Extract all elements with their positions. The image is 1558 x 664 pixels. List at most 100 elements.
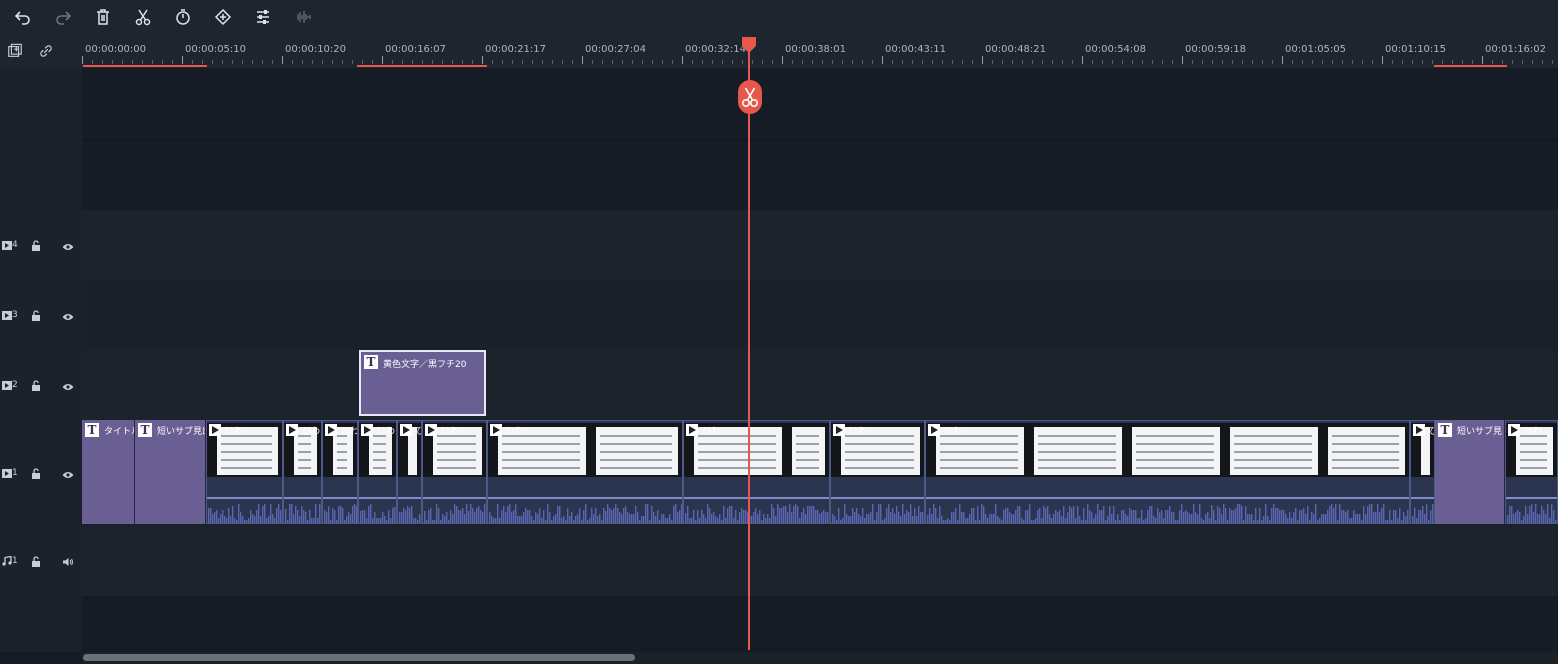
thumbnail-detail — [337, 459, 347, 461]
clip-label: ひわ — [302, 427, 321, 437]
playhead[interactable] — [748, 44, 750, 650]
undo-icon[interactable] — [11, 5, 35, 29]
thumbnail-detail — [373, 451, 386, 453]
thumbnail-detail — [845, 467, 914, 469]
clip-label: ひわ — [341, 427, 358, 437]
audio-waveform — [324, 504, 357, 523]
thumbnail-detail — [845, 459, 914, 461]
track-header-video1: 1 — [0, 420, 82, 526]
thumbnail-detail — [337, 451, 347, 453]
thumbnail-detail — [1332, 443, 1399, 445]
thumbnail-detail — [1234, 451, 1312, 453]
clip-label: 短いサブ見出 — [1457, 427, 1503, 437]
video-clip[interactable]: ひわ — [397, 420, 422, 524]
thumbnail-detail — [373, 467, 386, 469]
thumbnail-detail — [221, 467, 272, 469]
clip-label: ひわ — [702, 427, 721, 437]
eye-icon[interactable] — [62, 236, 74, 255]
eye-icon[interactable] — [62, 464, 74, 483]
video-clip[interactable]: ひわ — [206, 420, 283, 524]
video-clip-icon — [928, 424, 940, 436]
thumbnail-detail — [1136, 467, 1214, 469]
video-clip[interactable]: ひわ — [683, 420, 830, 524]
video-clip[interactable]: ひわ — [422, 420, 487, 524]
audio-waveform — [927, 504, 1409, 523]
thumbnail-detail — [437, 451, 476, 453]
video-clip[interactable]: ひわ — [925, 420, 1410, 524]
video-clip[interactable]: ひわ — [283, 420, 322, 524]
eye-icon[interactable] — [62, 306, 74, 325]
adjust-icon[interactable] — [251, 5, 275, 29]
thumbnail-detail — [796, 443, 819, 445]
thumbnail-detail — [221, 459, 272, 461]
lock-icon[interactable] — [31, 552, 41, 571]
video-clip-icon — [361, 424, 373, 436]
lock-icon[interactable] — [31, 236, 41, 255]
audio-wave-icon[interactable] — [291, 5, 315, 29]
timeline-toolbar — [0, 0, 1558, 34]
title-clip[interactable]: T 短いサブ見出 — [135, 420, 206, 524]
audio-waveform — [285, 504, 321, 523]
title-clip[interactable]: T 短いサブ見出 — [1435, 420, 1505, 524]
thumbnail-detail — [1520, 443, 1547, 445]
audio-waveform — [685, 504, 829, 523]
audio-track-1[interactable] — [82, 526, 1558, 596]
video-track-2[interactable] — [82, 350, 1558, 420]
audio-waveform — [1412, 504, 1434, 523]
empty-track-area — [82, 140, 1558, 211]
ruler-timecode: 00:00:16:07 — [385, 44, 447, 55]
playhead-handle[interactable] — [741, 37, 757, 53]
thumbnail-detail — [796, 435, 819, 437]
title-clip-selected[interactable]: T 黄色文字／黒フチ20 — [359, 350, 486, 416]
track-header-video2: 2 — [0, 350, 82, 420]
video-clip[interactable]: ひわ — [1410, 420, 1435, 524]
video-track-icon: 2 — [2, 380, 18, 390]
video-clip-icon — [833, 424, 845, 436]
clip-label: ひわ — [1429, 424, 1434, 437]
track-header-video3: 3 — [0, 280, 82, 350]
thumbnail-detail — [1136, 459, 1214, 461]
link-icon[interactable] — [37, 42, 55, 60]
lock-icon[interactable] — [31, 464, 41, 483]
video-track-4[interactable] — [82, 210, 1558, 280]
delete-icon[interactable] — [91, 5, 115, 29]
text-icon: T — [85, 423, 99, 437]
audio-waveform — [832, 504, 924, 523]
video-clip-icon — [686, 424, 698, 436]
thumbnail-detail — [337, 443, 347, 445]
thumbnail-detail — [221, 451, 272, 453]
ruler-timecode: 00:00:43:11 — [885, 44, 947, 55]
scrollbar-thumb[interactable] — [83, 654, 635, 661]
eye-icon[interactable] — [62, 376, 74, 395]
scissors-icon[interactable] — [131, 5, 155, 29]
video-clip[interactable]: ひわ — [322, 420, 358, 524]
video-clip[interactable]: ひわ — [830, 420, 925, 524]
speaker-icon[interactable] — [62, 552, 74, 571]
lock-icon[interactable] — [31, 306, 41, 325]
video-clip[interactable]: ひわ — [358, 420, 397, 524]
frame-thumbnail — [596, 427, 678, 475]
ruler-timecode: 00:00:59:18 — [1185, 44, 1247, 55]
thumbnail-detail — [698, 451, 776, 453]
split-scissors-icon[interactable] — [738, 80, 762, 114]
thumbnail-detail — [796, 459, 819, 461]
add-track-icon[interactable] — [6, 42, 24, 60]
title-clip[interactable]: T タイトル — [82, 420, 135, 524]
speed-timer-icon[interactable] — [171, 5, 195, 29]
clip-label: タイトル — [104, 427, 134, 437]
keyframe-icon[interactable] — [211, 5, 235, 29]
timeline-tracks[interactable]: T 黄色文字／黒フチ20 T タイトル T 短いサブ見出 T 短いサブ見出 ひわ… — [82, 68, 1558, 652]
thumbnail-detail — [600, 435, 672, 437]
thumbnail-detail — [600, 467, 672, 469]
redo-icon[interactable] — [51, 5, 75, 29]
video-clip[interactable]: ひわ — [1505, 420, 1558, 524]
video-track-3[interactable] — [82, 280, 1558, 350]
thumbnail-detail — [337, 467, 347, 469]
video-clip[interactable]: ひわ — [487, 420, 683, 524]
clip-label: ひわ — [441, 427, 460, 437]
thumbnail-detail — [1038, 459, 1116, 461]
lock-icon[interactable] — [31, 376, 41, 395]
audio-waveform — [208, 504, 282, 523]
thumbnail-detail — [1332, 467, 1399, 469]
ruler-timecode: 00:00:32:14 — [685, 44, 747, 55]
